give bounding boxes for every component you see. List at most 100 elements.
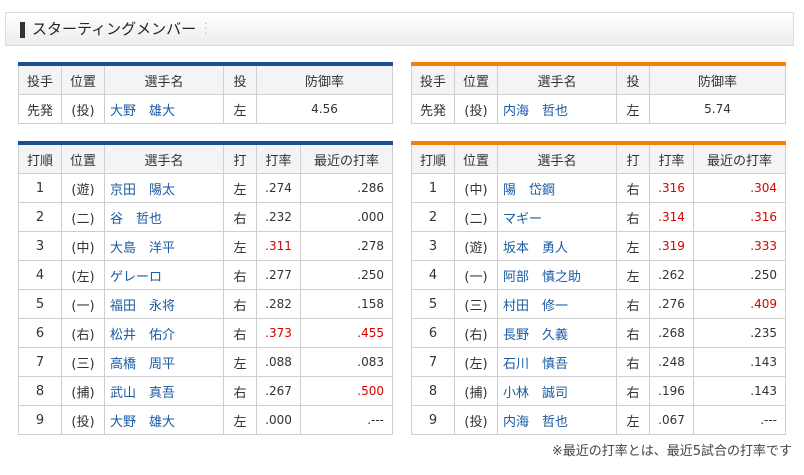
pitcher-name-link[interactable]: 大野 雄大 xyxy=(104,94,224,124)
pitcher-row: 先発 (投) 内海 哲也 左 5.74 xyxy=(411,94,786,124)
pitcher-header-row: 投手 位置 選手名 投 防御率 xyxy=(411,63,786,95)
player-name-link[interactable]: 石川 慎吾 xyxy=(497,347,617,377)
recent-avg: .333 xyxy=(693,231,786,261)
player-name-link[interactable]: 長野 久義 xyxy=(497,318,617,348)
lineup-header-row: 打順 位置 選手名 打 打率 最近の打率 xyxy=(18,142,393,174)
pitcher-era: 4.56 xyxy=(256,94,393,124)
recent-avg: .500 xyxy=(300,376,393,406)
lineup-row: 6 (右) 松井 佑介右 .373.455 xyxy=(18,318,393,348)
player-name-link[interactable]: 内海 哲也 xyxy=(497,405,617,435)
batting-avg: .268 xyxy=(649,318,694,348)
lineup-row: 8 (捕) 小林 誠司右 .196.143 xyxy=(411,376,786,406)
batting-order: 1 xyxy=(18,173,62,203)
pitcher-pos: (投) xyxy=(61,94,105,124)
col-recent-avg: 最近の打率 xyxy=(300,142,393,174)
batting-order: 2 xyxy=(411,202,455,232)
bats-hand: 左 xyxy=(223,405,257,435)
batting-order: 1 xyxy=(411,173,455,203)
player-name-link[interactable]: 大島 洋平 xyxy=(104,231,224,261)
col-throws: 投 xyxy=(223,63,257,95)
player-name-link[interactable]: 高橋 周平 xyxy=(104,347,224,377)
batting-avg: .282 xyxy=(256,289,301,319)
position: (投) xyxy=(61,405,105,435)
position: (遊) xyxy=(61,173,105,203)
bats-hand: 右 xyxy=(616,173,650,203)
batting-avg: .267 xyxy=(256,376,301,406)
player-name-link[interactable]: 大野 雄大 xyxy=(104,405,224,435)
position: (一) xyxy=(454,260,498,290)
batting-order: 2 xyxy=(18,202,62,232)
batting-order: 5 xyxy=(411,289,455,319)
pitcher-pos: (投) xyxy=(454,94,498,124)
col-bats: 打 xyxy=(616,142,650,174)
position: (二) xyxy=(61,202,105,232)
footnote: ※最近の打率とは、最近5試合の打率です xyxy=(551,444,792,459)
bats-hand: 左 xyxy=(223,347,257,377)
recent-avg: .143 xyxy=(693,376,786,406)
batting-order: 8 xyxy=(18,376,62,406)
batting-order: 9 xyxy=(18,405,62,435)
player-name-link[interactable]: 福田 永将 xyxy=(104,289,224,319)
lineup-row: 4 (左) ゲレーロ右 .277.250 xyxy=(18,260,393,290)
player-name-link[interactable]: 小林 誠司 xyxy=(497,376,617,406)
col-position: 位置 xyxy=(61,142,105,174)
recent-avg: .250 xyxy=(693,260,786,290)
batting-avg: .232 xyxy=(256,202,301,232)
player-name-link[interactable]: 松井 佑介 xyxy=(104,318,224,348)
batting-avg: .262 xyxy=(649,260,694,290)
player-name-link[interactable]: 武山 真吾 xyxy=(104,376,224,406)
position: (中) xyxy=(61,231,105,261)
lineup-row: 8 (捕) 武山 真吾右 .267.500 xyxy=(18,376,393,406)
player-name-link[interactable]: 坂本 勇人 xyxy=(497,231,617,261)
player-name-link[interactable]: 陽 岱鋼 xyxy=(497,173,617,203)
recent-avg: .409 xyxy=(693,289,786,319)
batting-avg: .373 xyxy=(256,318,301,348)
player-name-link[interactable]: 谷 哲也 xyxy=(104,202,224,232)
recent-avg: .286 xyxy=(300,173,393,203)
recent-avg: .304 xyxy=(693,173,786,203)
lineup-row: 9 (投) 大野 雄大左 .000 .--- xyxy=(18,405,393,435)
pitcher-role: 先発 xyxy=(411,94,455,124)
player-name-link[interactable]: ゲレーロ xyxy=(104,260,224,290)
recent-avg: .316 xyxy=(693,202,786,232)
col-order: 打順 xyxy=(18,142,62,174)
position: (捕) xyxy=(61,376,105,406)
col-order: 打順 xyxy=(411,142,455,174)
batting-avg: .314 xyxy=(649,202,694,232)
recent-avg: .278 xyxy=(300,231,393,261)
lineup-row: 2 (二) マギー右 .314.316 xyxy=(411,202,786,232)
player-name-link[interactable]: マギー xyxy=(497,202,617,232)
batting-order: 8 xyxy=(411,376,455,406)
bats-hand: 右 xyxy=(616,347,650,377)
lineup-row: 4 (一) 阿部 慎之助左 .262.250 xyxy=(411,260,786,290)
position: (左) xyxy=(61,260,105,290)
lineup-row: 1 (遊) 京田 陽太左 .274.286 xyxy=(18,173,393,203)
position: (右) xyxy=(61,318,105,348)
player-name-link[interactable]: 京田 陽太 xyxy=(104,173,224,203)
bats-hand: 左 xyxy=(616,405,650,435)
pitcher-hand: 左 xyxy=(223,94,257,124)
recent-avg: .000 xyxy=(300,202,393,232)
pitcher-name-link[interactable]: 内海 哲也 xyxy=(497,94,617,124)
recent-avg: .250 xyxy=(300,260,393,290)
pitcher-era: 5.74 xyxy=(649,94,786,124)
lineup-row: 5 (一) 福田 永将右 .282.158 xyxy=(18,289,393,319)
batting-avg: .248 xyxy=(649,347,694,377)
recent-avg: .235 xyxy=(693,318,786,348)
right-lineup-table: 打順 位置 選手名 打 打率 最近の打率 1 (中) 陽 岱鋼右 .316.304 2(… xyxy=(411,141,786,435)
batting-order: 3 xyxy=(18,231,62,261)
col-position: 位置 xyxy=(61,63,105,95)
col-player-name: 選手名 xyxy=(104,142,224,174)
bats-hand: 右 xyxy=(616,202,650,232)
lineup-header-row: 打順 位置 選手名 打 打率 最近の打率 xyxy=(411,142,786,174)
col-era: 防御率 xyxy=(256,63,393,95)
recent-avg: .--- xyxy=(300,405,393,435)
batting-order: 4 xyxy=(411,260,455,290)
player-name-link[interactable]: 阿部 慎之助 xyxy=(497,260,617,290)
section-title: スターティングメンバー xyxy=(32,20,197,38)
bats-hand: 右 xyxy=(223,202,257,232)
col-position: 位置 xyxy=(454,63,498,95)
bats-hand: 右 xyxy=(616,289,650,319)
player-name-link[interactable]: 村田 修一 xyxy=(497,289,617,319)
bats-hand: 左 xyxy=(616,260,650,290)
